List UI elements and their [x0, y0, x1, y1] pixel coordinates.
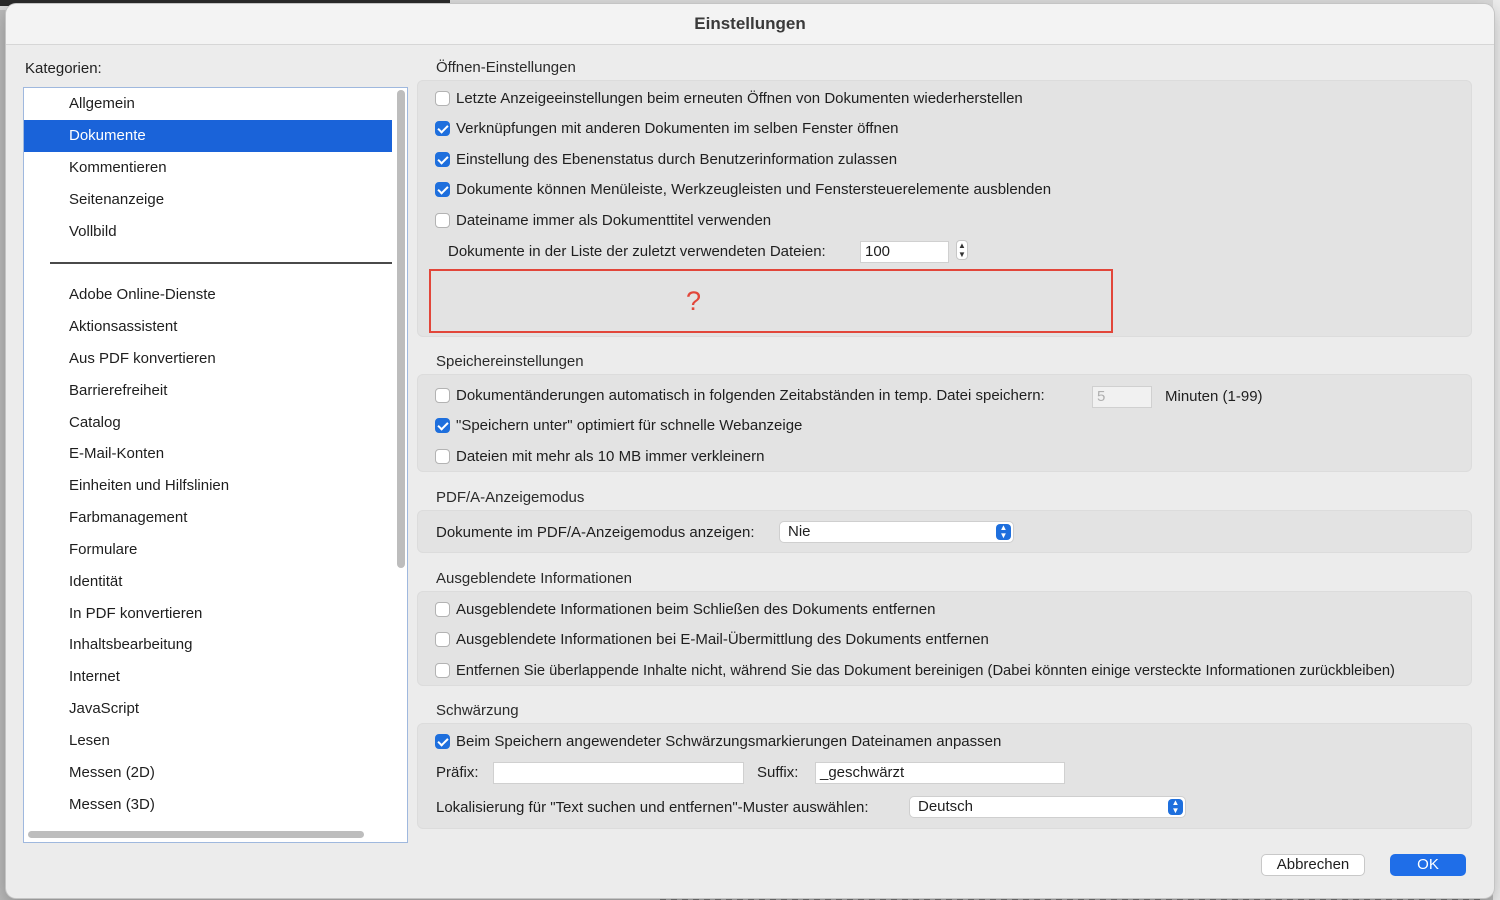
pdfa-title: PDF/A-Anzeigemodus: [436, 489, 585, 506]
category-item[interactable]: Formulare: [24, 534, 392, 566]
save-option-checkbox[interactable]: [435, 388, 450, 403]
category-divider: [50, 262, 392, 264]
redaction-option-label: Beim Speichern angewendeter Schwärzungsm…: [456, 733, 1002, 750]
category-item[interactable]: Inhaltsbearbeitung: [24, 629, 392, 661]
category-item[interactable]: Catalog: [24, 407, 392, 439]
hidden-info-checkbox[interactable]: [435, 602, 450, 617]
locale-label: Lokalisierung für "Text suchen und entfe…: [436, 799, 869, 816]
locale-select[interactable]: Deutsch ▲ ▼: [909, 796, 1186, 818]
category-item[interactable]: JavaScript: [24, 693, 392, 725]
recent-files-label: Dokumente in der Liste der zuletzt verwe…: [448, 243, 826, 260]
hidden-info-label: Entfernen Sie überlappende Inhalte nicht…: [456, 663, 1395, 679]
hidden-info-checkbox[interactable]: [435, 663, 450, 678]
background-right-edge: [1493, 0, 1500, 900]
recent-files-field[interactable]: 100: [860, 241, 949, 263]
category-vertical-scrollbar[interactable]: [397, 90, 405, 568]
hidden-info-checkbox[interactable]: [435, 632, 450, 647]
save-option-label: Dateien mit mehr als 10 MB immer verklei…: [456, 448, 765, 465]
hidden-info-title: Ausgeblendete Informationen: [436, 570, 632, 587]
chevron-updown-icon: ▲ ▼: [1168, 799, 1183, 815]
pdfa-mode-value: Nie: [788, 523, 811, 540]
title-bar: Einstellungen: [6, 4, 1494, 45]
open-option-label: Dokumente können Menüleiste, Werkzeuglei…: [456, 181, 1052, 198]
save-option-label: Dokumentänderungen automatisch in folgen…: [456, 387, 1045, 404]
prefix-label: Präfix:: [436, 764, 479, 781]
suffix-field[interactable]: _geschwärzt: [815, 762, 1065, 784]
save-settings-title: Speichereinstellungen: [436, 353, 584, 370]
redaction-checkbox[interactable]: [435, 734, 450, 749]
open-option-checkbox[interactable]: [435, 182, 450, 197]
open-option-checkbox[interactable]: [435, 152, 450, 167]
open-option-checkbox[interactable]: [435, 121, 450, 136]
category-horizontal-scrollbar[interactable]: [28, 831, 364, 838]
category-item[interactable]: Internet: [24, 661, 392, 693]
category-item[interactable]: Farbmanagement: [24, 502, 392, 534]
hidden-info-label: Ausgeblendete Informationen beim Schließ…: [456, 601, 936, 618]
chevron-updown-icon: ▲ ▼: [996, 524, 1011, 540]
category-item[interactable]: Einheiten und Hilfslinien: [24, 470, 392, 502]
category-item[interactable]: Identität: [24, 566, 392, 598]
prefix-field[interactable]: [493, 762, 744, 784]
locale-value: Deutsch: [918, 798, 974, 815]
autosave-unit-label: Minuten (1-99): [1165, 388, 1263, 405]
dialog-title: Einstellungen: [694, 14, 806, 33]
save-option-label: "Speichern unter" optimiert für schnelle…: [456, 417, 803, 434]
category-kommentieren[interactable]: Kommentieren: [24, 152, 392, 184]
category-item[interactable]: E-Mail-Konten: [24, 438, 392, 470]
category-seitenanzeige[interactable]: Seitenanzeige: [24, 184, 392, 216]
open-option-label: Einstellung des Ebenenstatus durch Benut…: [456, 151, 898, 168]
autosave-interval-field[interactable]: 5: [1092, 386, 1152, 408]
hidden-info-label: Ausgeblendete Informationen bei E-Mail-Ü…: [456, 631, 989, 648]
category-item[interactable]: Messen (2D): [24, 757, 392, 789]
open-option-label: Letzte Anzeigeeinstellungen beim erneute…: [456, 90, 1023, 107]
category-item[interactable]: In PDF konvertieren: [24, 598, 392, 630]
open-option-label: Dateiname immer als Dokumenttitel verwen…: [456, 212, 772, 229]
open-option-label: Verknüpfungen mit anderen Dokumenten im …: [456, 120, 899, 137]
hidden-option-highlight: [429, 269, 1113, 333]
redaction-title: Schwärzung: [436, 702, 519, 719]
open-settings-title: Öffnen-Einstellungen: [436, 59, 576, 76]
ok-button[interactable]: OK: [1390, 854, 1466, 876]
category-allgemein[interactable]: Allgemein: [24, 88, 392, 120]
category-item[interactable]: Lesen: [24, 725, 392, 757]
category-item[interactable]: Adobe Online-Dienste: [24, 279, 392, 311]
save-option-checkbox[interactable]: [435, 449, 450, 464]
pdfa-mode-select[interactable]: Nie ▲ ▼: [779, 521, 1014, 543]
category-item[interactable]: Messen (3D): [24, 789, 392, 821]
save-option-checkbox[interactable]: [435, 418, 450, 433]
category-item[interactable]: Aktionsassistent: [24, 311, 392, 343]
open-option-checkbox[interactable]: [435, 91, 450, 106]
category-dokumente[interactable]: Dokumente: [24, 120, 392, 152]
category-vollbild[interactable]: Vollbild: [24, 216, 392, 248]
recent-files-stepper[interactable]: ▲ ▼: [956, 240, 968, 260]
category-item[interactable]: Barrierefreiheit: [24, 375, 392, 407]
suffix-label: Suffix:: [757, 764, 799, 781]
question-mark-icon: ?: [686, 286, 702, 316]
pdfa-label: Dokumente im PDF/A-Anzeigemodus anzeigen…: [436, 524, 755, 541]
categories-label: Kategorien:: [25, 60, 102, 77]
category-list[interactable]: Allgemein Dokumente Kommentieren Seitena…: [23, 87, 408, 843]
category-item[interactable]: Aus PDF konvertieren: [24, 343, 392, 375]
open-option-checkbox[interactable]: [435, 213, 450, 228]
cancel-button[interactable]: Abbrechen: [1261, 854, 1365, 876]
